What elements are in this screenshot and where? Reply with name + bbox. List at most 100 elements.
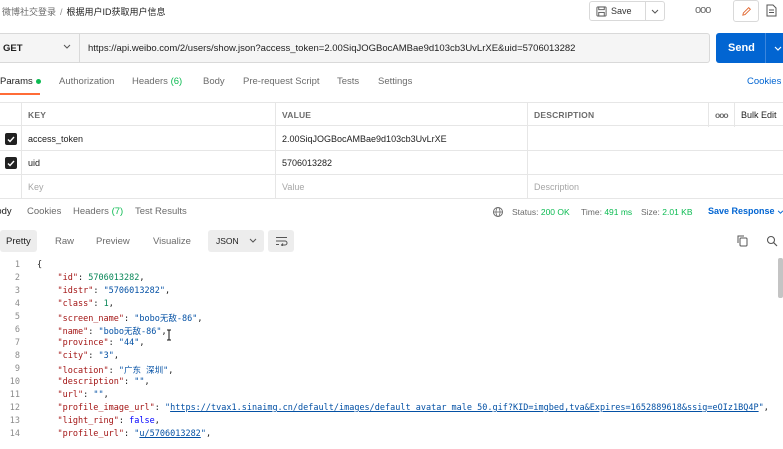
code-text: "light_ring": false, (57, 416, 160, 426)
save-label: Save (611, 6, 632, 16)
code-line: 7 "province": "44", (0, 338, 778, 351)
tab-body-label: Body (203, 76, 225, 87)
code-line: 6 "name": "bobo无敌-86", (0, 325, 778, 338)
tab-authorization[interactable]: Authorization (59, 76, 114, 87)
status-value[interactable]: 200 OK (541, 207, 570, 217)
code-text: "id": 5706013282, (57, 273, 145, 283)
save-button[interactable]: Save (590, 2, 646, 20)
code-text: "city": "3", (57, 351, 119, 361)
view-toolbar: Pretty Raw Preview Visualize JSON (0, 230, 783, 252)
view-raw[interactable]: Raw (49, 230, 80, 252)
code-text: "url": "", (57, 390, 109, 400)
line-number: 2 (14, 273, 20, 283)
pencil-icon (741, 6, 751, 16)
wrap-lines-icon (275, 237, 287, 246)
view-visualize[interactable]: Visualize (147, 230, 197, 252)
response-tab-test-results[interactable]: Test Results (135, 206, 187, 217)
param-checkbox[interactable] (5, 157, 17, 169)
send-options-button[interactable] (766, 43, 782, 53)
breadcrumb: 微博社交登录 / 根据用户ID获取用户信息 (2, 5, 166, 18)
code-text: "description": "", (57, 377, 150, 387)
wrap-lines-button[interactable] (268, 230, 294, 252)
param-row: uid 5706013282 (0, 151, 783, 175)
more-actions-button[interactable]: ooo (695, 4, 711, 16)
size-value[interactable]: 2.01 KB (662, 207, 692, 217)
top-bar: 微博社交登录 / 根据用户ID获取用户信息 Save ooo (0, 0, 783, 24)
code-text: { (37, 260, 43, 270)
code-text: "profile_image_url": "https://tvax1.sina… (57, 403, 769, 413)
breadcrumb-request[interactable]: 根据用户ID获取用户信息 (67, 7, 166, 17)
line-number: 10 (9, 377, 20, 387)
code-text: "class": 1, (57, 299, 114, 309)
code-line: 11 "url": "", (0, 390, 778, 403)
code-text: "province": "44", (57, 338, 145, 348)
params-header-row: KEY VALUE DESCRIPTION ooo Bulk Edit (0, 102, 783, 127)
code-scrollbar[interactable] (778, 258, 783, 298)
code-line: 13 "light_ring": false, (0, 416, 778, 429)
response-tab-cookies[interactable]: Cookies (27, 206, 61, 217)
param-description[interactable] (527, 151, 783, 175)
save-response-label: Save Response (708, 206, 775, 216)
tab-settings[interactable]: Settings (378, 76, 412, 87)
cookies-link[interactable]: Cookies (747, 76, 781, 87)
send-button[interactable]: Send (716, 33, 783, 63)
tab-headers[interactable]: Headers (6) (132, 76, 182, 87)
line-number: 4 (14, 299, 20, 309)
response-tab-headers-label: Headers (73, 206, 109, 217)
new-param-description-input[interactable]: Description (527, 175, 783, 199)
document-icon[interactable] (766, 4, 777, 17)
url-input[interactable]: https://api.weibo.com/2/users/show.json?… (88, 43, 575, 54)
line-number: 8 (14, 351, 20, 361)
edit-button[interactable] (733, 0, 759, 22)
chevron-down-icon (249, 238, 257, 243)
globe-network-icon[interactable] (492, 206, 504, 218)
code-text: "name": "bobo无敌-86", (57, 327, 167, 337)
tab-settings-label: Settings (378, 76, 413, 87)
view-pretty[interactable]: Pretty (0, 230, 37, 252)
code-text: "screen_name": "bobo无敌-86", (57, 314, 203, 324)
new-param-value-input[interactable]: Value (275, 175, 527, 199)
active-tab-underline (0, 93, 40, 95)
search-icon[interactable] (766, 235, 778, 247)
tab-headers-count: (6) (170, 76, 183, 87)
param-value[interactable]: 2.00SiqJOGBocAMBae9d103cb3UvLrXE (275, 127, 527, 151)
response-tab-body[interactable]: Body (0, 206, 12, 217)
time-value[interactable]: 491 ms (604, 207, 632, 217)
line-number: 3 (14, 286, 20, 296)
code-line: 1{ (0, 260, 778, 273)
send-label: Send (716, 33, 766, 63)
response-size: Size: 2.01 KB (641, 207, 693, 217)
tab-body[interactable]: Body (203, 76, 225, 87)
line-number: 9 (14, 364, 20, 374)
column-options-button[interactable]: ooo (708, 103, 734, 127)
view-preview[interactable]: Preview (90, 230, 136, 252)
check-icon (7, 160, 15, 167)
code-line: 8 "city": "3", (0, 351, 778, 364)
param-key[interactable]: access_token (21, 127, 275, 151)
param-value[interactable]: 5706013282 (275, 151, 527, 175)
param-key[interactable]: uid (21, 151, 275, 175)
tab-tests[interactable]: Tests (337, 76, 359, 87)
line-number: 12 (9, 403, 20, 413)
breadcrumb-collection[interactable]: 微博社交登录 (2, 7, 56, 17)
tab-pre-request-label: Pre-request Script (243, 76, 320, 87)
response-bar: Body Cookies Headers (7) Test Results St… (0, 202, 783, 222)
copy-icon[interactable] (737, 235, 748, 247)
bulk-edit-button[interactable]: Bulk Edit (734, 103, 783, 127)
param-checkbox[interactable] (5, 133, 17, 145)
param-description[interactable] (527, 127, 783, 151)
param-empty-row: Key Value Description (0, 175, 783, 199)
save-response-button[interactable]: Save Response (708, 206, 783, 216)
tab-params-label: Params (0, 76, 33, 87)
value-column-header: VALUE (275, 103, 527, 127)
size-label: Size: (641, 207, 660, 217)
response-body-code[interactable]: 1{ 2 "id": 5706013282, 3 "idstr": "57060… (0, 260, 778, 449)
new-param-key-input[interactable]: Key (21, 175, 275, 199)
tab-pre-request-script[interactable]: Pre-request Script (243, 76, 320, 87)
tab-params[interactable]: Params (0, 76, 41, 87)
format-select[interactable]: JSON (208, 230, 264, 252)
save-button-group: Save (589, 1, 665, 21)
save-options-button[interactable] (646, 9, 664, 14)
response-tab-headers[interactable]: Headers (7) (73, 206, 123, 217)
method-select[interactable]: GET (0, 34, 80, 62)
